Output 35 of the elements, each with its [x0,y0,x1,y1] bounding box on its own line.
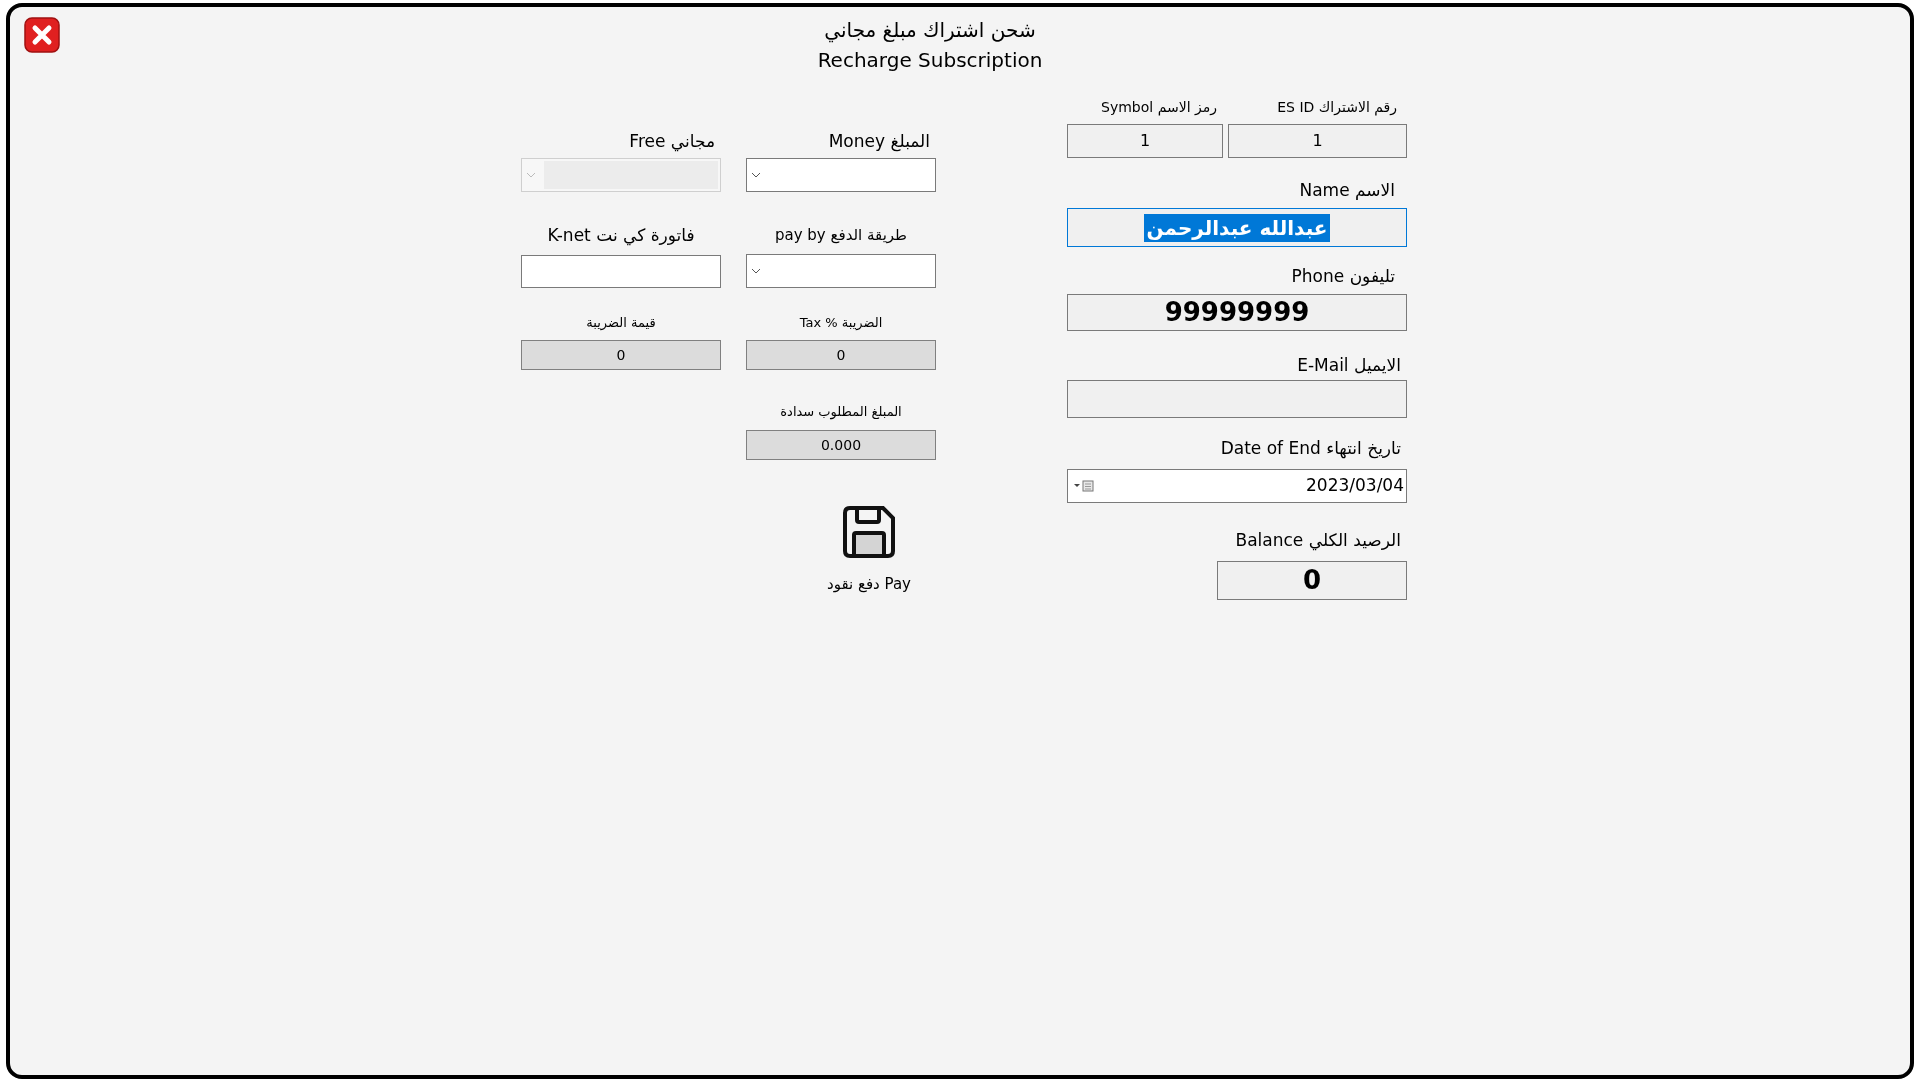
field-label: تليفون Phone [1290,266,1396,286]
es-id-field[interactable]: 1 [1228,124,1407,158]
field-label: فاتورة كي نت K-net [546,225,696,245]
field-label: الرصيد الكلي Balance [1234,530,1402,550]
field-label: المبلغ المطلوب سدادة [779,404,903,420]
name-field[interactable]: عبدالله عبدالرحمن [1067,208,1407,247]
pay-button[interactable]: Pay دفع نقود [827,504,911,594]
money-dropdown[interactable] [746,158,936,192]
field-label: قيمة الضريبة [585,315,657,331]
close-icon[interactable] [24,17,60,53]
phone-field[interactable]: 99999999 [1067,294,1407,331]
pay-by-dropdown[interactable] [746,254,936,288]
email-field[interactable] [1067,380,1407,418]
window-subtitle: Recharge Subscription [817,47,1043,74]
field-label: المبلغ Money [827,131,931,151]
field-label: تاريخ انتهاء Date of End [1219,438,1402,458]
chevron-icon [751,267,761,275]
chevron-icon [751,171,761,179]
field-label: طريقة الدفع pay by [773,225,909,245]
tax-percent-field[interactable]: 0 [746,340,936,370]
field-label: رمز الاسم Symbol [1100,98,1218,117]
field-label: الضريبة % Tax [798,315,884,331]
chevron-icon [526,171,536,179]
field-label: الاسم Name [1298,180,1396,200]
tax-value-field[interactable]: 0 [521,340,721,370]
symbol-field[interactable]: 1 [1067,124,1223,158]
balance-field[interactable]: 0 [1217,561,1407,600]
calendar-dropdown-icon [1074,480,1094,492]
field-label: رقم الاشتراك ES ID [1276,98,1398,117]
amount-due-field[interactable]: 0.000 [746,430,936,460]
knet-invoice-field[interactable] [521,255,721,288]
window-title: شحن اشتراك مبلغ مجاني [824,17,1036,45]
field-label: مجاني Free [628,131,716,151]
end-date-picker[interactable]: 2023/03/04 [1067,469,1407,503]
field-label: الايميل E-Mail [1296,355,1402,375]
